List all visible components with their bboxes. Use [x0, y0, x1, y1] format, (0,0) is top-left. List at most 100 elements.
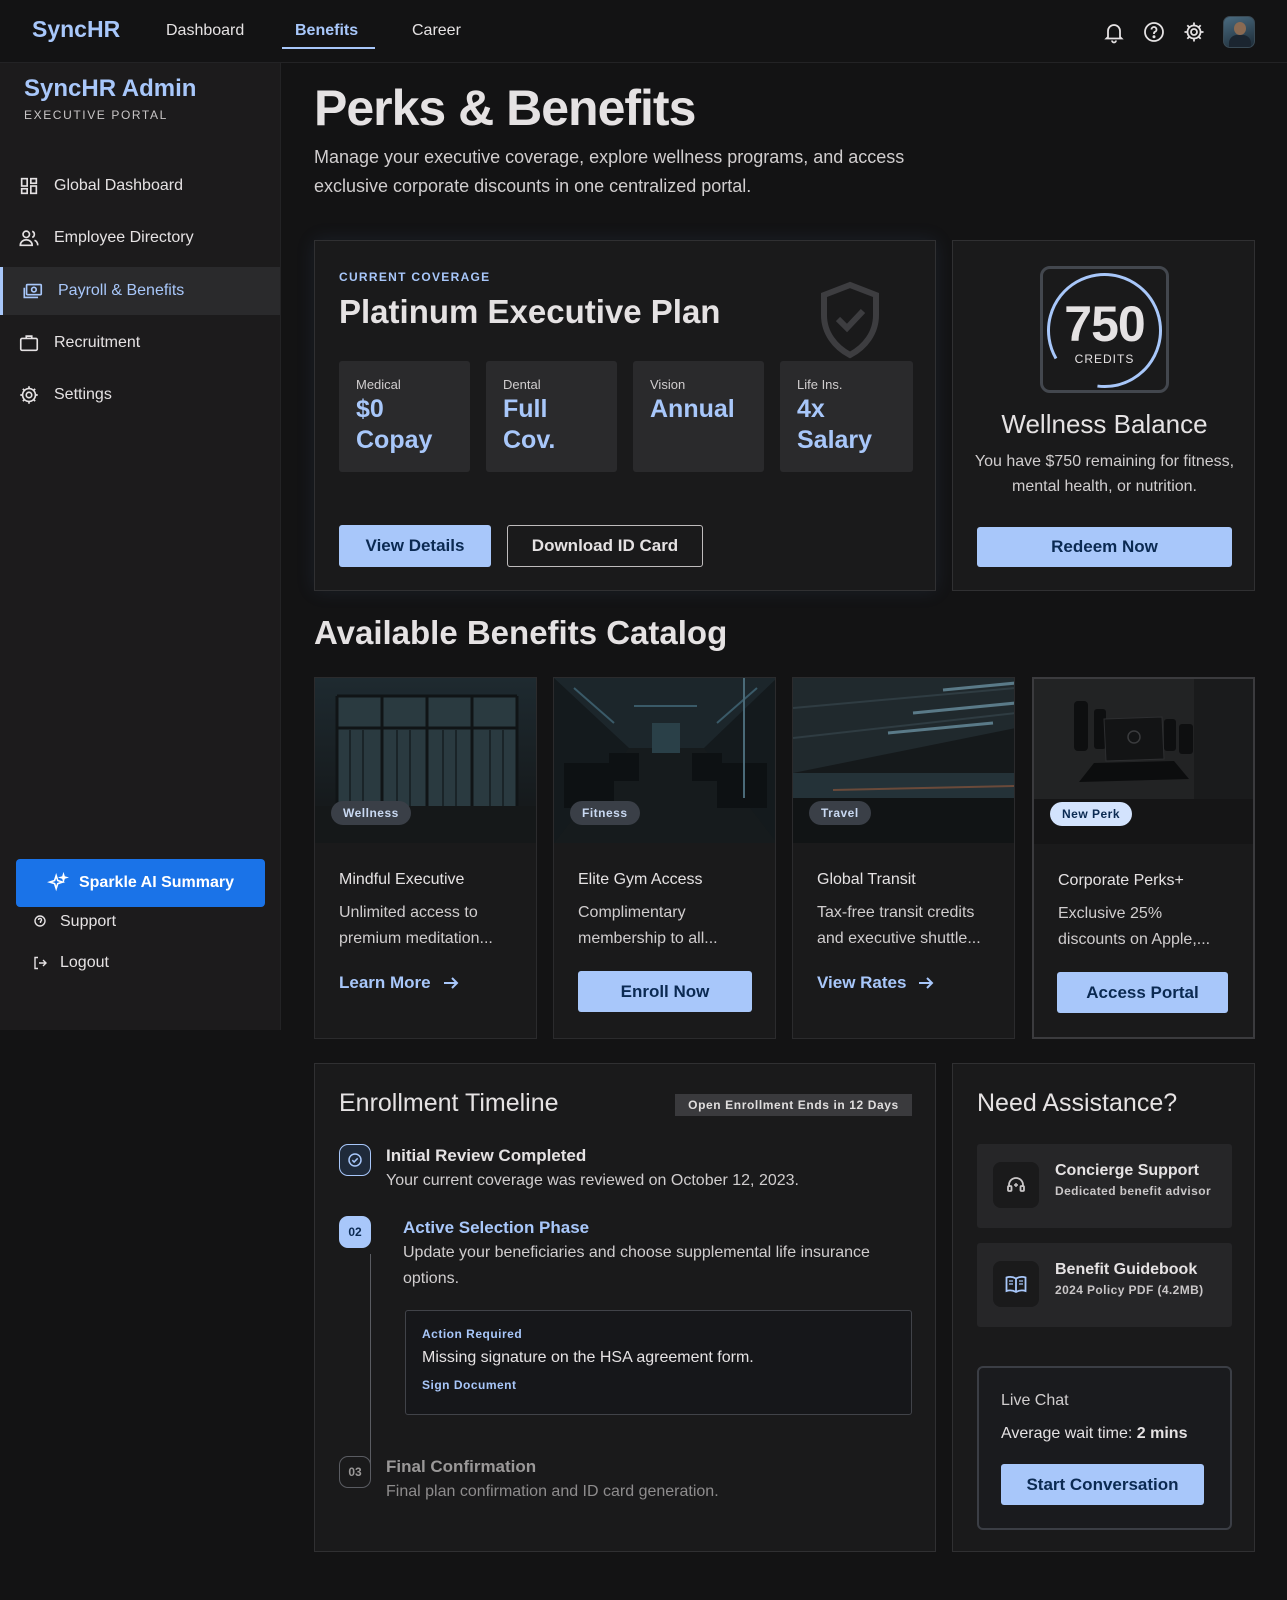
plan-name: Platinum Executive Plan: [339, 293, 721, 330]
enroll-now-button[interactable]: Enroll Now: [578, 971, 752, 1012]
support-icon: [34, 915, 46, 927]
brand-logo[interactable]: SyncHR: [32, 16, 120, 43]
action-required-message: Missing signature on the HSA agreement f…: [422, 1349, 754, 1366]
credits-amount: 750: [1064, 296, 1145, 352]
logout-link[interactable]: Logout: [32, 954, 109, 972]
support-link[interactable]: Support: [32, 913, 116, 931]
stat-vision: Vision Annual: [633, 361, 764, 472]
wellness-balance-card: 750 CREDITS Wellness Balance You have $7…: [952, 240, 1255, 591]
dashboard-icon: [20, 177, 38, 195]
catalog-title: Available Benefits Catalog: [314, 614, 728, 651]
access-portal-button[interactable]: Access Portal: [1057, 972, 1228, 1013]
catalog-card-description: Exclusive 25% discounts on Apple,...: [1058, 905, 1211, 948]
stat-medical: Medical $0 Copay: [339, 361, 470, 472]
gear-icon: [20, 386, 38, 404]
credits-ring: 750 CREDITS: [1040, 266, 1169, 393]
step-1-title: Initial Review Completed: [386, 1146, 587, 1165]
view-rates-link[interactable]: View Rates: [817, 973, 936, 993]
nav-career[interactable]: Career: [412, 22, 461, 40]
arrow-right-icon: [443, 977, 459, 989]
sidebar-item-label: Settings: [54, 386, 112, 403]
nav-benefits[interactable]: Benefits: [295, 22, 358, 40]
live-chat-box: Live Chat Average wait time: 2 mins Star…: [977, 1366, 1232, 1530]
start-conversation-button[interactable]: Start Conversation: [1001, 1464, 1204, 1505]
sidebar-item-label: Recruitment: [54, 334, 141, 351]
catalog-card-new-perk[interactable]: New Perk Corporate Perks+ Exclusive 25% d…: [1032, 677, 1255, 1039]
learn-more-link[interactable]: Learn More: [339, 973, 461, 993]
catalog-card-title: Mindful Executive: [339, 871, 465, 888]
benefit-guidebook-title: Benefit Guidebook: [1055, 1261, 1198, 1278]
sparkle-ai-summary-label: Sparkle AI Summary: [78, 874, 235, 891]
page-description: Manage your executive coverage, explore …: [314, 147, 905, 196]
credits-unit: CREDITS: [1074, 352, 1135, 366]
stat-label: Life Ins.: [797, 377, 843, 392]
live-chat-wait: Average wait time: 2 mins: [1001, 1425, 1187, 1443]
stat-label: Dental: [503, 377, 541, 392]
catalog-card-title: Elite Gym Access: [578, 871, 703, 888]
wait-time-label: Average wait time:: [1001, 1425, 1133, 1442]
nav-active-indicator: [282, 47, 375, 49]
step-3-title: Final Confirmation: [386, 1457, 537, 1476]
sidebar-item-employee-directory[interactable]: Employee Directory: [0, 214, 280, 262]
step-2-title: Active Selection Phase: [403, 1218, 590, 1237]
catalog-card-description: Tax-free transit credits and executive sh…: [817, 904, 981, 947]
sidebar-item-settings[interactable]: Settings: [0, 371, 280, 419]
shield-check-icon: [821, 281, 879, 359]
wellness-title: Wellness Balance: [1001, 409, 1208, 439]
stat-label: Medical: [356, 377, 401, 392]
sparkle-icon: [47, 872, 69, 892]
stat-life-insurance: Life Ins. 4x Salary: [780, 361, 913, 472]
bell-icon[interactable]: [1102, 20, 1126, 44]
benefit-guidebook-subtitle: 2024 Policy PDF (4.2MB): [1055, 1283, 1204, 1297]
concierge-support-title: Concierge Support: [1055, 1162, 1200, 1179]
view-details-button[interactable]: View Details: [339, 525, 491, 567]
wellness-description: You have $750 remaining for fitness, men…: [974, 453, 1235, 495]
coverage-eyebrow: CURRENT COVERAGE: [339, 270, 491, 284]
sidebar-item-global-dashboard[interactable]: Global Dashboard: [0, 162, 280, 210]
concierge-support-item[interactable]: Concierge Support Dedicated benefit advi…: [977, 1144, 1232, 1228]
sidebar-item-recruitment[interactable]: Recruitment: [0, 319, 280, 367]
tag-fitness: Fitness: [570, 801, 640, 825]
need-assistance-card: Need Assistance? Concierge Support Dedic…: [952, 1063, 1255, 1552]
step-3-description: Final plan confirmation and ID card gene…: [386, 1483, 719, 1500]
redeem-now-button[interactable]: Redeem Now: [977, 527, 1232, 567]
sidebar-item-label: Payroll & Benefits: [58, 282, 185, 299]
catalog-card-wellness[interactable]: Wellness Mindful Executive Unlimited acc…: [314, 677, 537, 1039]
action-required-box: Action Required Missing signature on the…: [405, 1310, 912, 1415]
stat-value-line1: 4x: [797, 395, 825, 423]
catalog-card-title: Corporate Perks+: [1058, 872, 1184, 889]
timeline-title: Enrollment Timeline: [339, 1089, 559, 1117]
enrollment-deadline-badge: Open Enrollment Ends in 12 Days: [675, 1094, 912, 1116]
stat-value-line1: $0: [356, 395, 384, 423]
sparkle-ai-summary-button[interactable]: Sparkle AI Summary: [16, 859, 265, 907]
sidebar-subtitle: EXECUTIVE PORTAL: [24, 108, 168, 122]
help-icon[interactable]: [1142, 20, 1166, 44]
learn-more-label: Learn More: [339, 973, 431, 992]
sidebar-title: SyncHR Admin: [24, 75, 197, 102]
view-rates-label: View Rates: [817, 973, 907, 992]
catalog-card-travel[interactable]: Travel Global Transit Tax-free transit c…: [792, 677, 1015, 1039]
sidebar: SyncHR Admin EXECUTIVE PORTAL Global Das…: [0, 63, 281, 1030]
page-title: Perks & Benefits: [314, 80, 696, 136]
arrow-right-icon: [919, 977, 934, 989]
current-coverage-card: CURRENT COVERAGE Platinum Executive Plan…: [314, 240, 936, 591]
sidebar-item-payroll-benefits[interactable]: Payroll & Benefits: [0, 267, 280, 315]
support-label: Support: [60, 913, 117, 930]
payments-icon: [23, 283, 43, 299]
avatar[interactable]: [1223, 16, 1255, 48]
step-2-description: Update your beneficiaries and choose sup…: [403, 1244, 870, 1287]
logout-icon: [34, 956, 47, 970]
stat-value-line1: Annual: [650, 395, 735, 423]
enrollment-timeline-card: Enrollment Timeline Open Enrollment Ends…: [314, 1063, 936, 1552]
briefcase-icon: [19, 335, 39, 352]
gear-icon[interactable]: [1182, 20, 1206, 44]
headset-icon: [993, 1162, 1039, 1208]
download-id-card-button[interactable]: Download ID Card: [507, 525, 703, 567]
concierge-support-subtitle: Dedicated benefit advisor: [1055, 1184, 1212, 1198]
assistance-title: Need Assistance?: [977, 1089, 1178, 1117]
action-required-label: Action Required: [422, 1327, 523, 1341]
sign-document-link[interactable]: Sign Document: [422, 1378, 517, 1392]
benefit-guidebook-item[interactable]: Benefit Guidebook 2024 Policy PDF (4.2MB…: [977, 1243, 1232, 1327]
catalog-card-fitness[interactable]: Fitness Elite Gym Access Complimentary me…: [553, 677, 776, 1039]
nav-dashboard[interactable]: Dashboard: [166, 22, 244, 40]
